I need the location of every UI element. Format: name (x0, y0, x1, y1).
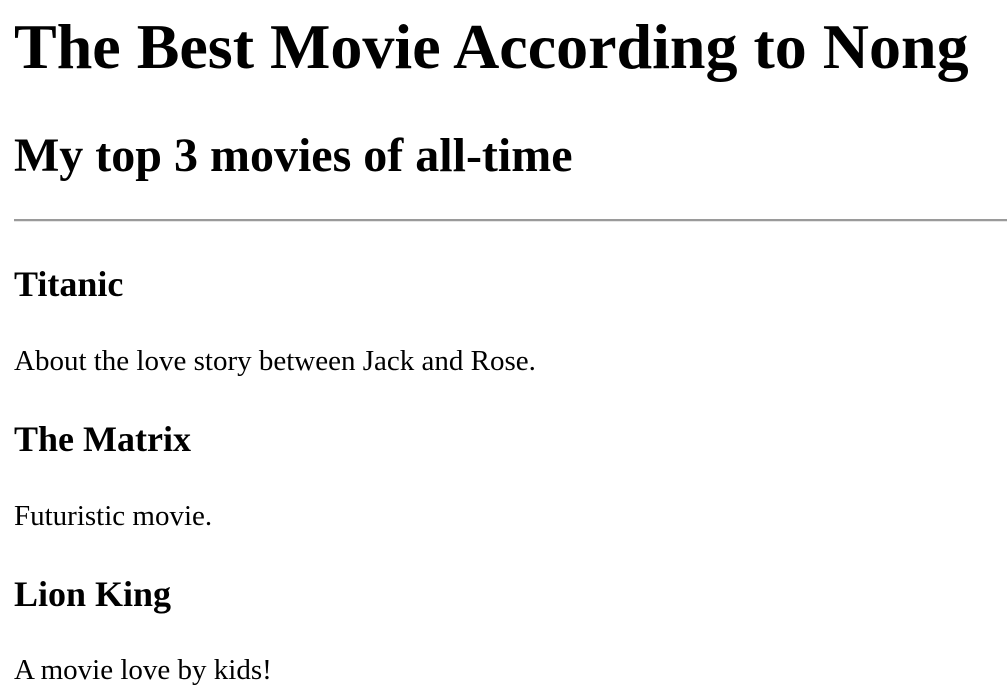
movie-title-the-matrix: The Matrix (14, 419, 191, 459)
movie-title-titanic: Titanic (14, 264, 124, 304)
movie-title-lion-king: Lion King (14, 574, 172, 614)
movie-description-titanic: About the love story between Jack and Ro… (14, 345, 536, 377)
page-title: The Best Movie According to Nong (14, 11, 969, 82)
movie-description-the-matrix: Futuristic movie. (14, 500, 213, 532)
page: The Best Movie According to Nong My top … (0, 0, 1007, 692)
divider (14, 219, 1007, 222)
page-subtitle: My top 3 movies of all-time (14, 129, 573, 182)
movie-description-lion-king: A movie love by kids! (14, 654, 272, 686)
